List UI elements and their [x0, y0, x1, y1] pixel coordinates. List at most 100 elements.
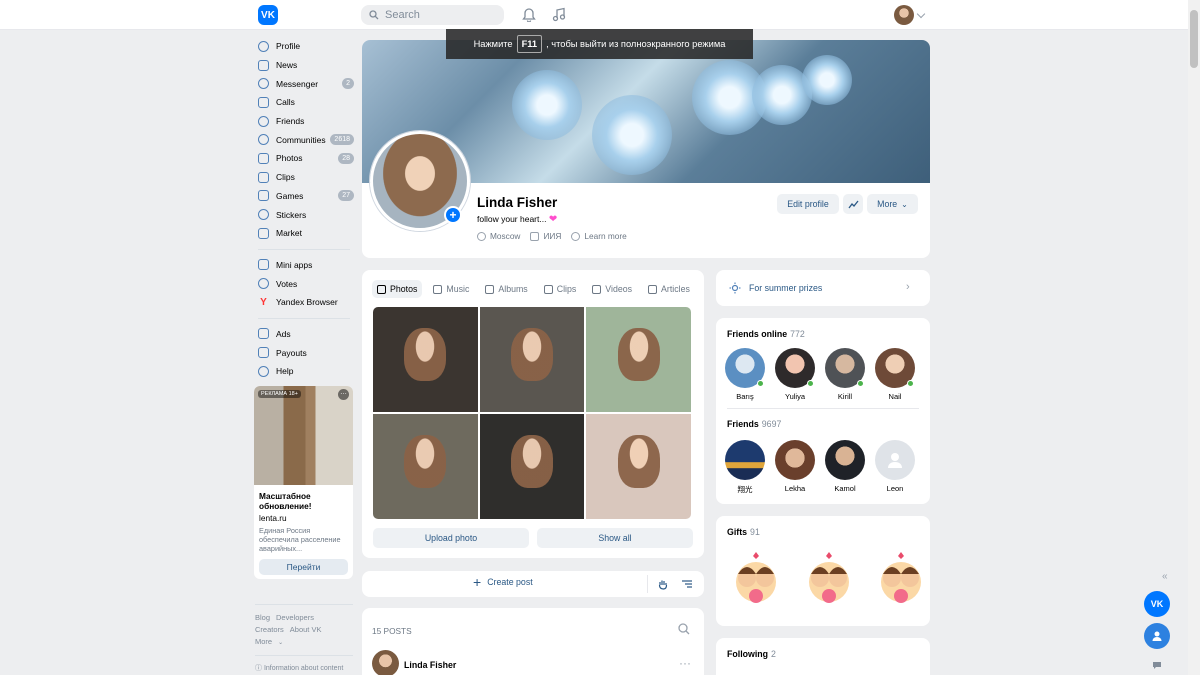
friends-online-title[interactable]: Friends online 772: [727, 329, 805, 339]
sidebar-item-stickers[interactable]: Stickers: [252, 205, 354, 224]
sidebar-item-communities[interactable]: Communities 2618: [252, 130, 354, 149]
friend-avatar: [725, 440, 765, 480]
photo-thumbnail[interactable]: [373, 414, 478, 519]
chat-bubble-icon[interactable]: [1152, 659, 1162, 673]
ad-go-button[interactable]: Перейти: [259, 559, 348, 575]
vk-logo-icon: VK: [1150, 599, 1164, 609]
sidebar-item-payouts[interactable]: Payouts: [252, 343, 354, 362]
user-avatar[interactable]: [894, 5, 914, 25]
sidebar-item-label: Mini apps: [276, 259, 313, 270]
footer-link-developers[interactable]: Developers: [276, 613, 314, 622]
ad-domain: lenta.ru: [259, 513, 287, 523]
footer-link-more[interactable]: More: [255, 637, 272, 646]
friend-online[interactable]: Kirill: [823, 348, 867, 401]
photo-thumbnail[interactable]: [373, 307, 478, 412]
footer-link-creators[interactable]: Creators: [255, 625, 284, 634]
scrollbar-thumb[interactable]: [1190, 10, 1198, 68]
collapse-chats-icon[interactable]: «: [1162, 571, 1168, 582]
friends-title[interactable]: Friends 9697: [727, 419, 781, 429]
hand-icon[interactable]: [657, 578, 669, 590]
friend-online[interactable]: Barış: [723, 348, 767, 401]
post-author-name[interactable]: Linda Fisher: [404, 660, 456, 670]
photo-thumbnail[interactable]: [586, 414, 691, 519]
gifts-title[interactable]: Gifts 91: [727, 527, 760, 537]
more-icon[interactable]: ···: [679, 656, 691, 670]
page-scrollbar[interactable]: [1188, 0, 1200, 675]
sidebar-item-messenger[interactable]: Messenger 2: [252, 74, 354, 93]
sidebar-item-help[interactable]: Help: [252, 362, 354, 381]
bell-icon[interactable]: [522, 7, 536, 22]
tab-clips[interactable]: Clips: [539, 280, 582, 298]
tab-articles[interactable]: Articles: [643, 280, 695, 298]
chevron-right-icon[interactable]: ›: [906, 281, 910, 293]
sidebar-ad[interactable]: РЕКЛАМА 18+ … Масштабное обновление! len…: [254, 386, 353, 579]
music-icon[interactable]: [552, 7, 566, 22]
sort-icon[interactable]: [681, 578, 693, 590]
photo-thumbnail[interactable]: [586, 307, 691, 412]
more-icon[interactable]: …: [338, 389, 349, 400]
post-author-avatar[interactable]: [372, 650, 399, 675]
sidebar-item-games[interactable]: Games 27: [252, 187, 354, 206]
chevron-down-icon[interactable]: ⌄: [278, 640, 283, 646]
promo-label[interactable]: For summer prizes: [749, 283, 822, 293]
gifts-count: 91: [750, 527, 760, 537]
phone-icon: [258, 96, 269, 108]
unread-badge: 2: [342, 78, 354, 90]
friend[interactable]: Kamol: [823, 440, 867, 493]
content-info-link[interactable]: ⓘ Information about content: [255, 663, 343, 673]
gift-sticker[interactable]: [800, 548, 858, 606]
profile-work: ИИЯ: [530, 231, 561, 241]
gift-sticker[interactable]: [727, 548, 785, 606]
sidebar-item-photos[interactable]: Photos 28: [252, 149, 354, 168]
friend-online[interactable]: Yuliya: [773, 348, 817, 401]
tab-photos[interactable]: Photos: [372, 280, 423, 298]
friends-chat-button[interactable]: [1144, 623, 1170, 649]
sidebar-item-mini-apps[interactable]: Mini apps: [252, 256, 354, 275]
search-input[interactable]: [385, 9, 495, 21]
more-button[interactable]: More ⌄: [867, 194, 918, 214]
sidebar-item-profile[interactable]: Profile: [252, 37, 354, 56]
news-icon: [258, 59, 269, 71]
vk-messenger-button[interactable]: VK: [1144, 591, 1170, 617]
photo-thumbnail[interactable]: [479, 414, 585, 519]
sidebar-item-market[interactable]: Market: [252, 224, 354, 243]
add-photo-icon[interactable]: +: [444, 206, 462, 224]
photo-icon: [258, 152, 269, 164]
friend[interactable]: Leon: [873, 440, 917, 493]
learn-more-link[interactable]: Learn more: [571, 231, 627, 241]
footer-link-blog[interactable]: Blog: [255, 613, 270, 622]
friend[interactable]: 翔光: [723, 440, 767, 495]
friend[interactable]: Lekha: [773, 440, 817, 493]
vk-logo[interactable]: VK: [258, 5, 278, 25]
video-icon: [592, 284, 602, 294]
sidebar-item-label: Profile: [276, 41, 301, 52]
sidebar-item-votes[interactable]: Votes: [252, 274, 354, 293]
upload-photo-button[interactable]: Upload photo: [373, 528, 529, 548]
section-title-label: Friends online: [727, 329, 788, 339]
sidebar-item-news[interactable]: News: [252, 56, 354, 75]
search-icon: [369, 10, 379, 20]
search-icon[interactable]: [678, 623, 690, 635]
create-post-card: [362, 571, 704, 597]
show-all-photos-button[interactable]: Show all: [537, 528, 693, 548]
sidebar-item-calls[interactable]: Calls: [252, 93, 354, 112]
gift-sticker[interactable]: [872, 548, 930, 606]
stats-button[interactable]: [843, 194, 863, 214]
top-bar: [0, 0, 1188, 30]
footer-link-about[interactable]: About VK: [290, 625, 322, 634]
search-box[interactable]: [361, 5, 504, 25]
tab-albums[interactable]: Albums: [480, 280, 532, 298]
edit-profile-button[interactable]: Edit profile: [777, 194, 839, 214]
following-title[interactable]: Following 2: [727, 649, 776, 659]
tab-videos[interactable]: Videos: [587, 280, 637, 298]
count-badge: 28: [338, 152, 354, 164]
friend-online[interactable]: Nail: [873, 348, 917, 401]
tab-music[interactable]: Music: [428, 280, 474, 298]
sidebar-item-clips[interactable]: Clips: [252, 168, 354, 187]
location-icon: [477, 231, 486, 241]
create-post-button[interactable]: + Create post: [473, 575, 533, 589]
sidebar-item-yandex-browser[interactable]: Y Yandex Browser: [252, 293, 354, 312]
photo-thumbnail[interactable]: [479, 307, 585, 412]
sidebar-item-ads[interactable]: Ads: [252, 325, 354, 344]
sidebar-item-friends[interactable]: Friends: [252, 112, 354, 131]
